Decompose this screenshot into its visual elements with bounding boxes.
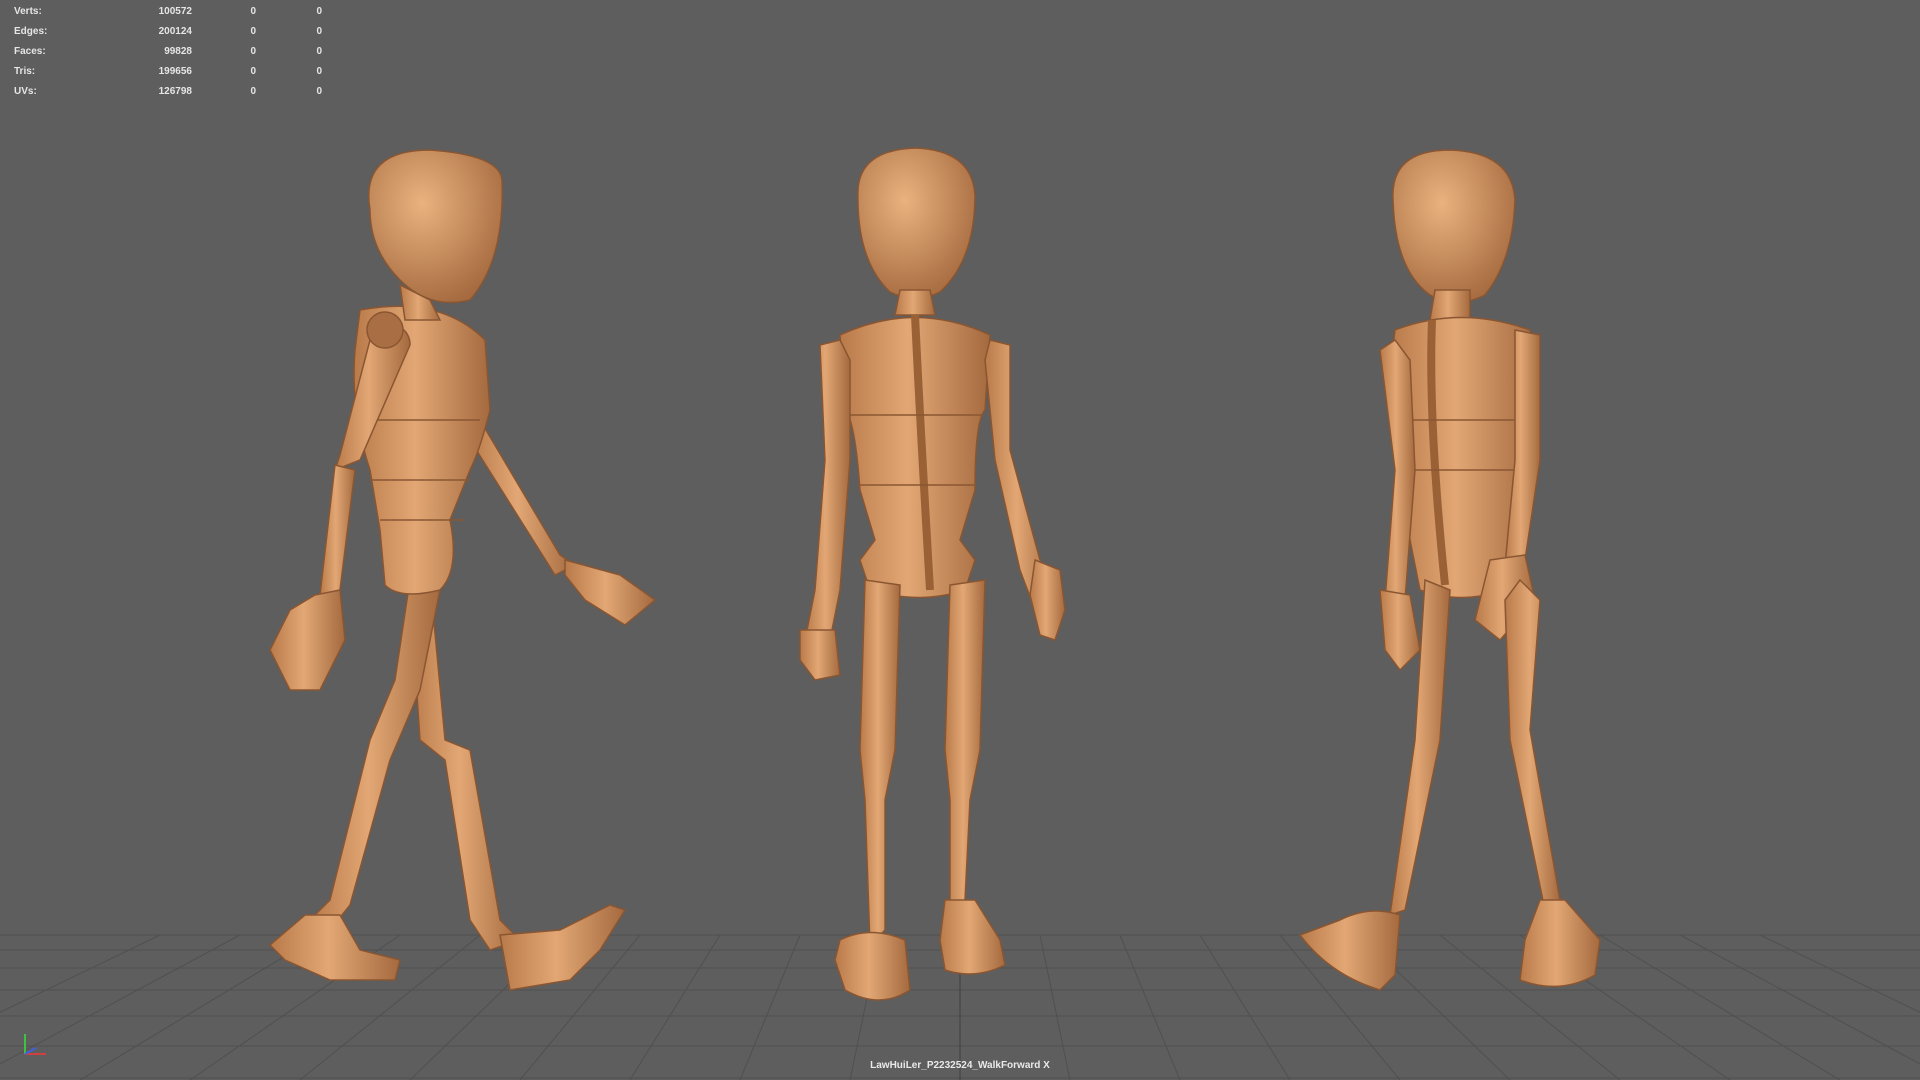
hud-row: Faces: 99828 0 0 — [14, 41, 322, 61]
hud-value: 100572 — [158, 5, 192, 17]
hud-row: Verts: 100572 0 0 — [14, 1, 322, 21]
hud-value: 99828 — [164, 45, 192, 57]
hud-label: Tris: — [14, 65, 36, 77]
hud-value: 0 — [316, 45, 322, 57]
hud-value: 200124 — [158, 25, 192, 37]
hud-row: Tris: 199656 0 0 — [14, 61, 322, 81]
mannequin-front-view[interactable] — [799, 147, 1066, 1001]
viewport-caption: LawHuiLer_P2232524_WalkForward X — [870, 1060, 1050, 1071]
hud-label: Verts: — [14, 5, 42, 17]
hud-value: 0 — [316, 65, 322, 77]
mannequin-side-view[interactable] — [268, 149, 657, 991]
hud-value: 0 — [250, 65, 256, 77]
hud-value: 126798 — [158, 85, 192, 97]
hud-label: Edges: — [14, 25, 48, 37]
hud-value: 0 — [316, 85, 322, 97]
hud-row: UVs: 126798 0 0 — [14, 81, 322, 101]
poly-count-hud: Verts: 100572 0 0 Edges: 200124 0 0 Faces: 99828 0… — [14, 1, 322, 101]
hud-value: 0 — [250, 25, 256, 37]
hud-value: 0 — [316, 5, 322, 17]
axis-gizmo-icon — [24, 1034, 46, 1055]
hud-value: 0 — [250, 85, 256, 97]
hud-value: 0 — [250, 45, 256, 57]
hud-value: 199656 — [158, 65, 192, 77]
hud-label: Faces: — [14, 45, 46, 57]
hud-row: Edges: 200124 0 0 — [14, 21, 322, 41]
hud-label: UVs: — [14, 85, 37, 97]
3d-viewport[interactable] — [0, 0, 1920, 1080]
mannequin-three-quarter-view[interactable] — [1298, 149, 1601, 991]
hud-value: 0 — [316, 25, 322, 37]
hud-value: 0 — [250, 5, 256, 17]
